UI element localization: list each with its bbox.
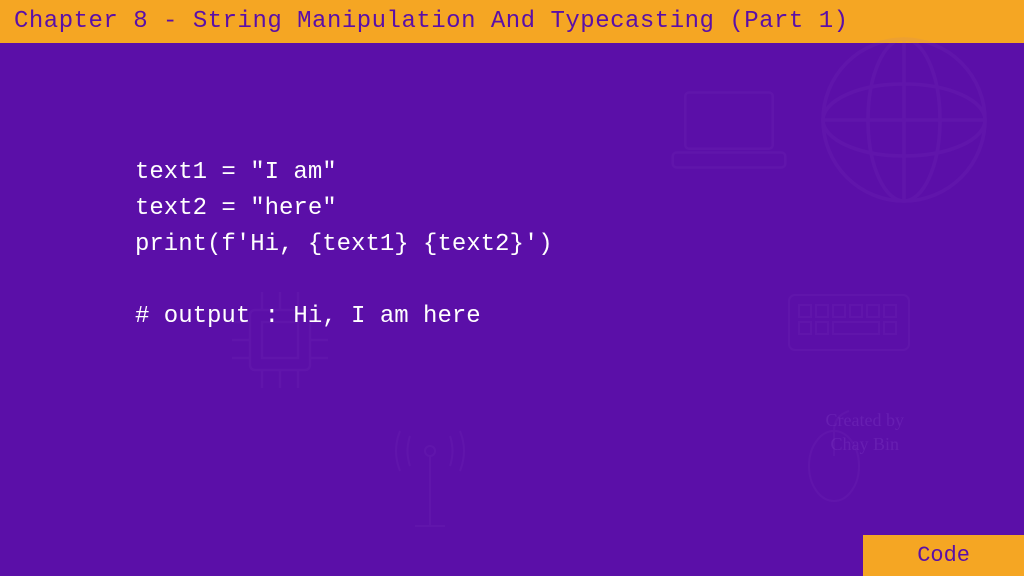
code-line-2: text2 = "here" — [135, 195, 337, 222]
code-line-1: text1 = "I am" — [135, 159, 337, 186]
code-line-3: print(f'Hi, {text1} {text2}') — [135, 231, 553, 258]
keyboard-icon — [784, 280, 914, 360]
code-block: text1 = "I am" text2 = "here" print(f'Hi… — [135, 155, 553, 335]
antenna-icon — [380, 416, 480, 536]
credit-line-2: Chay Bin — [826, 433, 904, 456]
credit-text: Created by Chay Bin — [826, 409, 904, 456]
footer-label-text: Code — [917, 543, 970, 568]
footer-code-label: Code — [863, 535, 1024, 576]
credit-line-1: Created by — [826, 409, 904, 432]
code-line-5: # output : Hi, I am here — [135, 303, 481, 330]
globe-icon — [814, 30, 994, 210]
laptop-icon — [664, 80, 794, 180]
chapter-title-text: Chapter 8 - String Manipulation And Type… — [14, 8, 849, 35]
